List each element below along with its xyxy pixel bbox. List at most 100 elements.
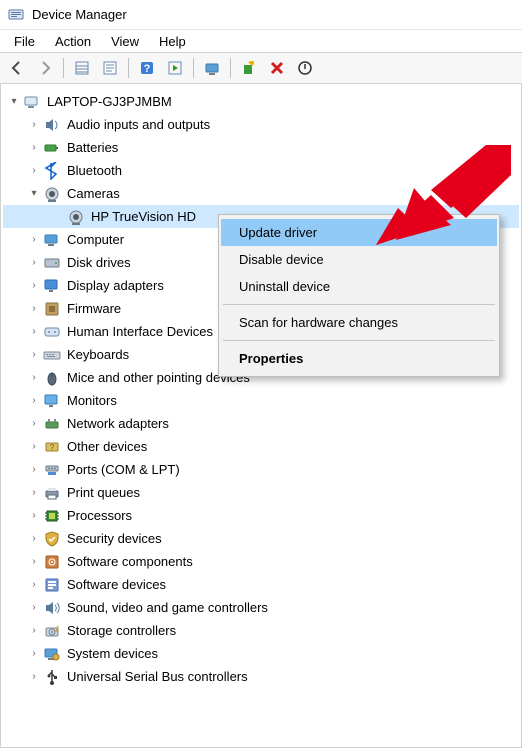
back-button[interactable] [4, 55, 30, 81]
caret-right-icon[interactable]: › [27, 624, 41, 638]
scan-button[interactable] [199, 55, 225, 81]
tree-root[interactable]: ▾LAPTOP-GJ3PJMBM [3, 90, 519, 113]
menu-file[interactable]: File [4, 32, 45, 51]
tree-category[interactable]: › Network adapters [3, 412, 519, 435]
tree-category-label: Disk drives [67, 252, 131, 274]
caret-right-icon[interactable]: › [27, 486, 41, 500]
printer-icon [43, 484, 61, 502]
tree-category[interactable]: ›Sound, video and game controllers [3, 596, 519, 619]
caret-right-icon[interactable]: › [27, 325, 41, 339]
caret-right-icon[interactable]: › [27, 670, 41, 684]
tree-category[interactable]: ›Processors [3, 504, 519, 527]
tree-category-label: Firmware [67, 298, 121, 320]
help-button[interactable]: ? [134, 55, 160, 81]
caret-right-icon[interactable]: › [27, 463, 41, 477]
speaker-icon [43, 116, 61, 134]
caret-right-icon[interactable]: › [27, 118, 41, 132]
menu-view[interactable]: View [101, 32, 149, 51]
tree-category[interactable]: › Bluetooth [3, 159, 519, 182]
tree-category[interactable]: ›Software components [3, 550, 519, 573]
caret-right-icon[interactable]: › [27, 164, 41, 178]
menu-action[interactable]: Action [45, 32, 101, 51]
caret-right-icon[interactable]: › [27, 233, 41, 247]
tree-category-label: Audio inputs and outputs [67, 114, 210, 136]
update-driver-button[interactable] [236, 55, 262, 81]
keyboard-icon [43, 346, 61, 364]
camera-icon [67, 208, 85, 226]
context-menu-separator [223, 304, 495, 305]
titlebar: Device Manager [0, 0, 522, 30]
disable-button[interactable] [292, 55, 318, 81]
menu-help[interactable]: Help [149, 32, 196, 51]
caret-down-icon[interactable]: ▾ [27, 187, 41, 201]
tree-category[interactable]: ›Print queues [3, 481, 519, 504]
menubar: File Action View Help [0, 30, 522, 52]
action-button[interactable] [162, 55, 188, 81]
context-menu: Update driverDisable deviceUninstall dev… [218, 214, 500, 377]
cpu-icon [43, 507, 61, 525]
tree-category[interactable]: ›?Other devices [3, 435, 519, 458]
tree-category-label: Batteries [67, 137, 118, 159]
caret-right-icon[interactable]: › [27, 440, 41, 454]
tree-category-label: Storage controllers [67, 620, 176, 642]
tree-category-label: Network adapters [67, 413, 169, 435]
uninstall-button[interactable] [264, 55, 290, 81]
device-tree[interactable]: ▾LAPTOP-GJ3PJMBM › Audio inputs and output… [0, 84, 522, 748]
tree-device-label: HP TrueVision HD [91, 206, 196, 228]
tree-category-label: Cameras [67, 183, 120, 205]
hid-icon [43, 323, 61, 341]
tree-category[interactable]: › Universal Serial Bus controllers [3, 665, 519, 688]
context-menu-item[interactable]: Disable device [221, 246, 497, 273]
tree-category-label: Ports (COM & LPT) [67, 459, 180, 481]
tree-category-label: Computer [67, 229, 124, 251]
caret-right-icon[interactable]: › [27, 394, 41, 408]
svg-text:?: ? [50, 443, 55, 452]
properties-button[interactable] [97, 55, 123, 81]
caret-right-icon[interactable]: › [27, 601, 41, 615]
mouse-icon [43, 369, 61, 387]
svg-text:?: ? [144, 63, 151, 75]
context-menu-item[interactable]: Uninstall device [221, 273, 497, 300]
tree-category[interactable]: › Storage controllers [3, 619, 519, 642]
show-tree-button[interactable] [69, 55, 95, 81]
tree-category[interactable]: ›Software devices [3, 573, 519, 596]
caret-right-icon[interactable]: › [27, 279, 41, 293]
toolbar: ? [0, 52, 522, 84]
firmware-icon [43, 300, 61, 318]
tree-category-label: Universal Serial Bus controllers [67, 666, 248, 688]
ports-icon [43, 461, 61, 479]
tree-category[interactable]: › Security devices [3, 527, 519, 550]
caret-right-icon[interactable]: › [27, 417, 41, 431]
tree-category-label: Keyboards [67, 344, 129, 366]
context-menu-item[interactable]: Scan for hardware changes [221, 309, 497, 336]
tree-category[interactable]: › Monitors [3, 389, 519, 412]
caret-right-icon[interactable]: › [27, 509, 41, 523]
forward-button[interactable] [32, 55, 58, 81]
caret-right-icon[interactable]: › [27, 348, 41, 362]
caret-right-icon[interactable]: › [27, 141, 41, 155]
tree-category[interactable]: › System devices [3, 642, 519, 665]
computer-icon [43, 231, 61, 249]
tree-category[interactable]: › Batteries [3, 136, 519, 159]
context-menu-item[interactable]: Update driver [221, 219, 497, 246]
tree-category[interactable]: ▾ Cameras [3, 182, 519, 205]
sound-icon [43, 599, 61, 617]
monitor-icon [43, 392, 61, 410]
tree-category-label: System devices [67, 643, 158, 665]
tree-category-label: Monitors [67, 390, 117, 412]
context-menu-item[interactable]: Properties [221, 345, 497, 372]
caret-right-icon[interactable]: › [27, 302, 41, 316]
caret-right-icon[interactable]: › [27, 578, 41, 592]
caret-right-icon[interactable]: › [27, 532, 41, 546]
caret-right-icon[interactable]: › [27, 371, 41, 385]
caret-right-icon[interactable]: › [27, 555, 41, 569]
computer-root-icon [23, 93, 41, 111]
tree-category-label: Bluetooth [67, 160, 122, 182]
tree-category-label: Human Interface Devices [67, 321, 213, 343]
tree-category[interactable]: › Ports (COM & LPT) [3, 458, 519, 481]
caret-down-icon[interactable]: ▾ [7, 95, 21, 109]
caret-right-icon[interactable]: › [27, 647, 41, 661]
tree-category[interactable]: › Audio inputs and outputs [3, 113, 519, 136]
caret-right-icon[interactable]: › [27, 256, 41, 270]
tree-category-label: Security devices [67, 528, 162, 550]
